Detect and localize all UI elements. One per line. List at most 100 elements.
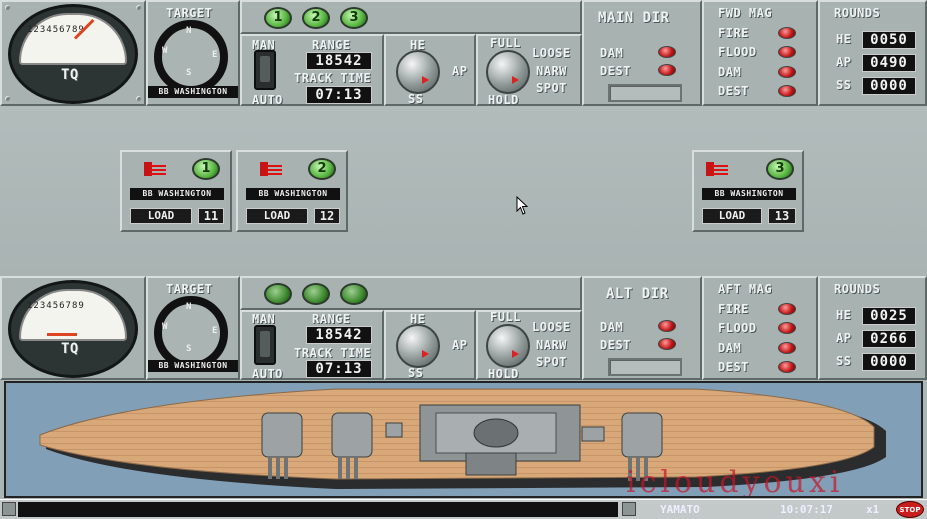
turret-button-1[interactable]: 1 [264, 7, 292, 29]
man-auto-switch[interactable] [254, 50, 276, 90]
ammo-ss-label: SS [408, 366, 424, 380]
ship-name-label: YAMATO [660, 503, 700, 516]
ammo-knob[interactable] [396, 50, 440, 94]
ammo-ap-label: AP [452, 338, 468, 352]
bottom-target-panel: TARGET N E S W BB WASHINGTON [146, 276, 240, 380]
auto-label: AUTO [252, 367, 283, 381]
range-display: 18542 [306, 326, 372, 344]
spread-knob[interactable] [486, 50, 530, 94]
rounds-ap-value: 0266 [862, 330, 916, 348]
turret-target-name: BB WASHINGTON [246, 188, 340, 200]
target-compass[interactable]: N E S W [154, 296, 228, 370]
director-dest-light [658, 64, 676, 76]
compass-n: N [186, 26, 192, 36]
tq-gauge: 123456789 TQ [8, 280, 138, 378]
spread-narw-label: NARW [536, 64, 567, 78]
target-label: TARGET [166, 282, 213, 296]
mag-dam-label: DAM [718, 341, 742, 355]
spread-full-label: FULL [490, 310, 521, 324]
rounds-ap-label: AP [836, 331, 852, 345]
turret-load-button[interactable]: LOAD [130, 208, 192, 224]
top-turret-select: 1 2 3 [240, 0, 582, 34]
mag-fire-label: FIRE [718, 26, 749, 40]
director-dest-label: DEST [600, 338, 631, 352]
director-title: MAIN DIR [598, 10, 670, 26]
turret-panel-3[interactable]: 3 BB WASHINGTON LOAD 13 [692, 150, 804, 232]
target-compass[interactable]: N E S W [154, 20, 228, 94]
ammo-ss-label: SS [408, 92, 424, 106]
ship-list-icon[interactable] [622, 502, 636, 516]
turret-panel-2[interactable]: 2 BB WASHINGTON LOAD 12 [236, 150, 348, 232]
turret-target-name: BB WASHINGTON [702, 188, 796, 200]
mag-dam-light [778, 66, 796, 78]
mag-fire-light [778, 27, 796, 39]
track-time-display: 07:13 [306, 86, 372, 104]
man-auto-switch[interactable] [254, 325, 276, 365]
status-bar: YAMATO 10:07:17 x1 STOP [0, 499, 927, 519]
top-director-panel: MAIN DIR DAM DEST [582, 0, 702, 106]
spread-knob[interactable] [486, 324, 530, 368]
watermark: icloudyouxi [626, 465, 844, 498]
ship-overhead-view[interactable]: icloudyouxi [4, 381, 923, 498]
ammo-knob[interactable] [396, 324, 440, 368]
turret-flag-icon [144, 162, 166, 176]
director-screen [608, 84, 682, 102]
magazine-title: FWD MAG [718, 6, 773, 20]
spread-full-label: FULL [490, 36, 521, 50]
rounds-he-value: 0050 [862, 31, 916, 49]
spread-spot-label: SPOT [536, 355, 567, 369]
director-dam-light [658, 46, 676, 58]
range-label: RANGE [312, 312, 351, 326]
turret-flag-icon [260, 162, 282, 176]
target-ship-name: BB WASHINGTON [148, 360, 238, 372]
mag-fire-light [778, 303, 796, 315]
top-tq-gauge-panel: 123456789 TQ [0, 0, 146, 106]
compass-s: S [186, 344, 192, 354]
rounds-ap-label: AP [836, 55, 852, 69]
target-ship-name: BB WASHINGTON [148, 86, 238, 98]
spread-hold-label: HOLD [488, 93, 519, 107]
gauge-scale: 123456789 [27, 301, 85, 311]
track-time-label: TRACK TIME [294, 346, 372, 360]
compass-w: W [162, 46, 168, 56]
turret-load-value: 13 [768, 208, 796, 224]
bottom-fire-control: MAN AUTO RANGE 18542 TRACK TIME 07:13 [240, 310, 384, 381]
rounds-ss-value: 0000 [862, 77, 916, 95]
range-label: RANGE [312, 38, 351, 52]
turret-button-2[interactable]: 2 [302, 7, 330, 29]
rounds-he-label: HE [836, 32, 852, 46]
turret-load-button[interactable]: LOAD [702, 208, 762, 224]
clock-display: 10:07:17 [780, 503, 833, 516]
turret-button-3[interactable]: 3 [340, 7, 368, 29]
ammo-ap-label: AP [452, 64, 468, 78]
director-title: ALT DIR [606, 286, 669, 302]
rounds-ss-label: SS [836, 78, 852, 92]
rounds-he-label: HE [836, 308, 852, 322]
status-menu-icon[interactable] [2, 502, 16, 516]
mag-dest-label: DEST [718, 84, 749, 98]
turret-button-1[interactable] [264, 283, 292, 305]
stop-button[interactable]: STOP [896, 501, 924, 518]
turret-button-2[interactable] [302, 283, 330, 305]
message-bar [18, 502, 618, 517]
mouse-cursor-icon [516, 196, 529, 215]
turret-flag-icon [706, 162, 728, 176]
turret-load-button[interactable]: LOAD [246, 208, 308, 224]
director-screen [608, 358, 682, 376]
rounds-title: ROUNDS [834, 6, 881, 20]
mag-dam-light [778, 342, 796, 354]
top-magazine-panel: FWD MAG FIRE FLOOD DAM DEST [702, 0, 818, 106]
bottom-turret-select [240, 276, 582, 310]
turret-number-badge: 2 [308, 158, 336, 180]
auto-label: AUTO [252, 93, 283, 107]
turret-load-value: 11 [198, 208, 224, 224]
mag-flood-light [778, 322, 796, 334]
turret-panel-1[interactable]: 1 BB WASHINGTON LOAD 11 [120, 150, 232, 232]
mag-dest-label: DEST [718, 360, 749, 374]
rounds-title: ROUNDS [834, 282, 881, 296]
bottom-director-panel: ALT DIR DAM DEST [582, 276, 702, 380]
time-scale[interactable]: x1 [866, 503, 879, 516]
turret-button-3[interactable] [340, 283, 368, 305]
range-display: 18542 [306, 52, 372, 70]
gauge-label: TQ [61, 67, 79, 83]
